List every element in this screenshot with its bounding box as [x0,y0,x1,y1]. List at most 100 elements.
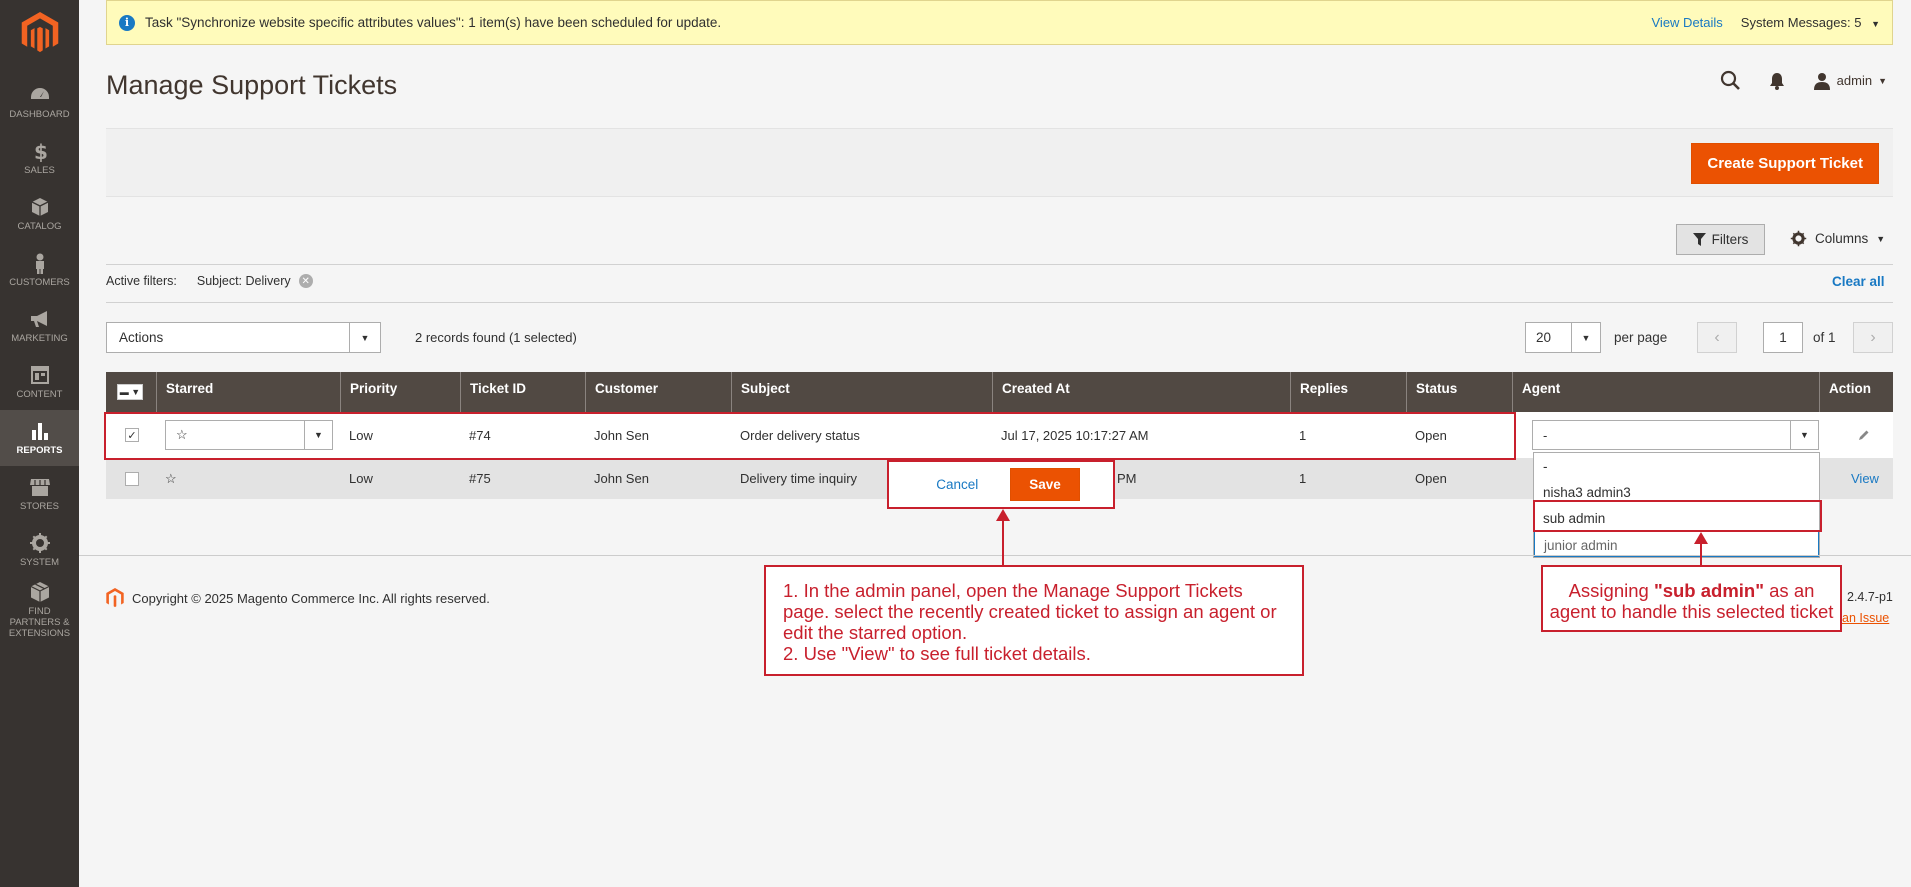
admin-sidebar: DASHBOARD $ SALES CATALOG CUSTOMERS MARK… [0,0,79,887]
column-header-action: Action [1819,372,1893,412]
starred-cell: ☆ [156,458,177,499]
sidebar-item-marketing[interactable]: MARKETING [0,298,79,354]
per-page-value: 20 [1536,330,1552,345]
sidebar-item-label: SALES [24,165,55,176]
subject-cell: Delivery time inquiry [740,471,858,486]
gear-icon [1790,230,1807,247]
remove-filter-icon[interactable]: ✕ [298,274,313,288]
divider [106,264,1893,265]
person-icon [35,253,44,274]
agent-selected-value: - [1543,427,1548,443]
sidebar-item-dashboard[interactable]: DASHBOARD [0,74,79,130]
mass-select-checkbox[interactable]: ▬ ▼ [117,384,143,400]
sidebar-item-label: SYSTEM [19,557,60,568]
priority-cell: Low [349,471,373,486]
view-ticket-link[interactable]: View [1851,471,1879,486]
store-icon [29,479,50,496]
per-page-label: per page [1614,330,1668,345]
records-found: 2 records found (1 selected) [415,330,577,345]
column-header-agent[interactable]: Agent [1512,372,1819,412]
mass-select-header[interactable]: ▬ ▼ [106,372,156,412]
caret-down-icon: ▼ [1876,233,1886,244]
page-actions-panel: Create Support Ticket [106,128,1893,197]
sidebar-item-label: REPORTS [16,445,63,456]
status-cell: Open [1415,471,1447,486]
column-header-status[interactable]: Status [1406,372,1512,412]
active-filter-value: Subject: Delivery [196,274,291,288]
annotation-text-part: as an [1764,580,1815,601]
column-header-created-at[interactable]: Created At [992,372,1290,412]
sidebar-item-system[interactable]: SYSTEM [0,522,79,578]
replies-cell: 1 [1299,471,1307,486]
sidebar-item-label: CUSTOMERS [9,277,70,288]
create-support-ticket-button[interactable]: Create Support Ticket [1691,143,1879,184]
row-checkbox[interactable] [125,471,139,486]
column-header-priority[interactable]: Priority [340,372,460,412]
sidebar-item-partners[interactable]: FIND PARTNERS & EXTENSIONS [0,578,79,642]
next-page-button[interactable]: › [1853,322,1893,353]
per-page-select[interactable]: 20 ▼ [1525,322,1601,353]
agent-select[interactable]: - ▼ [1532,420,1819,450]
chevron-right-icon: › [1870,328,1876,346]
sidebar-item-sales[interactable]: $ SALES [0,130,79,186]
sidebar-item-reports[interactable]: REPORTS [0,410,79,466]
column-header-starred[interactable]: Starred [156,372,340,412]
copyright-text: Copyright © 2025 Magento Commerce Inc. A… [132,590,490,606]
page-count: of 1 [1813,330,1836,345]
filters-label: Filters [1711,232,1749,247]
annotation-text: 1. In the admin panel, open the Manage S… [783,580,1243,601]
annotation-text-part: Assigning [1568,580,1654,601]
megaphone-icon [30,311,47,327]
caret-down-icon: ▼ [1571,323,1600,352]
current-page-value: 1 [1779,330,1787,345]
tickets-grid: ▬ ▼ Starred Priority Ticket ID Customer … [106,372,1893,499]
column-header-subject[interactable]: Subject [731,372,992,412]
layout-icon [30,366,49,384]
page-title: Manage Support Tickets [106,70,398,100]
columns-dropdown[interactable]: Columns ▼ [1790,230,1885,247]
caret-down-icon: ▼ [349,323,380,352]
search-icon[interactable] [1720,70,1741,91]
filters-button[interactable]: Filters [1676,224,1765,255]
clear-all-filters-link[interactable]: Clear all [1832,274,1885,289]
annotation-note-instructions: 1. In the admin panel, open the Manage S… [764,565,1304,676]
bell-icon[interactable] [1769,72,1785,90]
sidebar-item-catalog[interactable]: CATALOG [0,186,79,242]
column-header-ticket-id[interactable]: Ticket ID [460,372,585,412]
annotation-highlight-save [887,460,1115,509]
sidebar-item-label: FIND PARTNERS & EXTENSIONS [8,606,71,639]
agent-option[interactable]: junior admin [1534,531,1819,557]
column-header-customer[interactable]: Customer [585,372,731,412]
annotation-arrow-line [1002,519,1004,565]
column-header-replies[interactable]: Replies [1290,372,1406,412]
pencil-icon[interactable] [1858,429,1870,441]
admin-account-menu[interactable]: admin ▼ [1813,72,1887,90]
sidebar-item-label: CATALOG [17,221,62,232]
system-messages-label: System Messages: 5 [1740,15,1862,30]
gear-icon [29,533,50,553]
report-issue-link[interactable]: an Issue [1842,611,1889,625]
agent-option[interactable]: - [1534,453,1819,479]
magento-logo[interactable] [20,12,60,54]
header-actions: admin ▼ [1720,70,1887,91]
system-message-text: Task "Synchronize website specific attri… [145,15,722,30]
active-filter-chip: Subject: Delivery ✕ [197,274,313,288]
star-icon[interactable]: ☆ [165,471,177,487]
annotation-text: edit the starred option. [783,622,968,643]
footer-divider [79,555,1911,556]
previous-page-button[interactable]: ‹ [1697,322,1737,353]
admin-username: admin [1836,73,1873,88]
current-page-input[interactable]: 1 [1763,322,1803,353]
system-messages-dropdown[interactable]: System Messages: 5 ▼ [1741,15,1880,30]
view-details-link[interactable]: View Details [1652,15,1723,30]
annotation-arrow-line [1700,542,1702,565]
sidebar-item-content[interactable]: CONTENT [0,354,79,410]
columns-label: Columns [1815,231,1869,246]
sidebar-item-customers[interactable]: CUSTOMERS [0,242,79,298]
mass-actions-label: Actions [119,330,164,345]
action-cell: View [1842,458,1879,499]
mass-actions-select[interactable]: Actions ▼ [106,322,381,353]
chevron-left-icon: ‹ [1714,328,1720,346]
sidebar-item-stores[interactable]: STORES [0,466,79,522]
magento-version: 2.4.7-p1 [1847,590,1893,604]
